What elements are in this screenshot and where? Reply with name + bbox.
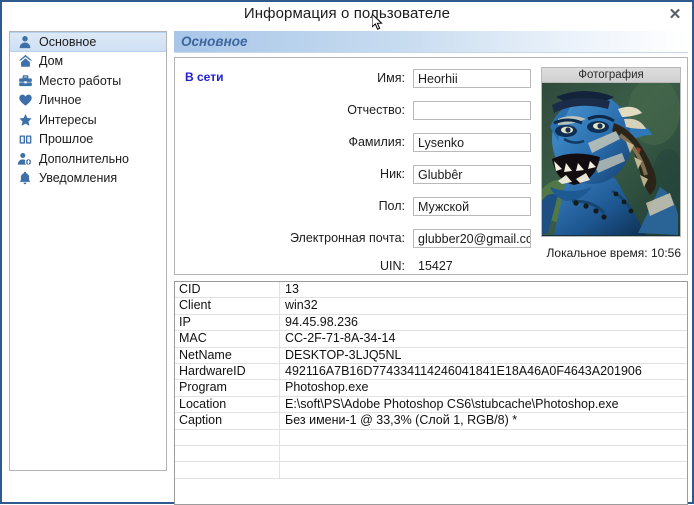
field-row-gender: Пол: [175, 197, 535, 216]
table-cell-value: E:\soft\PS\Adobe Photoshop CS6\stubcache… [285, 396, 619, 411]
bell-icon [16, 170, 34, 186]
table-cell-key: IP [175, 314, 280, 331]
photo-panel: Фотография [541, 67, 681, 237]
table-cell-value: win32 [285, 298, 318, 313]
table-cell-value: Photoshop.exe [285, 380, 369, 395]
table-cell-key [175, 429, 280, 445]
table-row[interactable]: MAC CC-2F-71-8A-34-14 [175, 331, 687, 348]
field-row-name: Имя: [175, 69, 535, 88]
sidebar[interactable]: Основное Дом Место работы Личное Интерес [9, 31, 167, 471]
content-panel: Основное В сети Имя: Отчество: Фамилия: … [174, 31, 688, 505]
last-name-input[interactable] [413, 133, 531, 152]
table-row[interactable]: Program Photoshop.exe [175, 380, 687, 397]
profile-form: В сети Имя: Отчество: Фамилия: Ник: Пол: [174, 57, 688, 275]
table-cell-value: 13 [285, 282, 299, 296]
sidebar-item-interesy[interactable]: Интересы [10, 110, 166, 130]
table-cell-key: Caption [175, 413, 280, 429]
table-cell-key: HardwareID [175, 363, 280, 380]
field-label: Фамилия: [348, 135, 405, 149]
table-row[interactable]: HardwareID 492116A7B16D77433411424604184… [175, 363, 687, 381]
sidebar-item-proshloe[interactable]: Прошлое [10, 130, 166, 150]
field-label: UIN: [380, 259, 405, 273]
email-field[interactable] [413, 229, 531, 248]
sidebar-item-label: Уведомления [39, 171, 118, 186]
table-cell-value [280, 446, 687, 461]
table-cell-value [280, 462, 687, 477]
avatar [541, 83, 681, 237]
table-cell-key: Client [175, 298, 280, 314]
table-row[interactable] [175, 462, 687, 479]
table-cell-value: CC-2F-71-8A-34-14 [285, 331, 396, 346]
table-cell-value: Без имени-1 @ 33,3% (Слой 1, RGB/8) * [285, 413, 518, 428]
briefcase-icon [16, 73, 34, 89]
close-icon[interactable]: ✕ [666, 6, 684, 24]
field-row-patronymic: Отчество: [175, 101, 535, 120]
table-row[interactable]: Caption Без имени-1 @ 33,3% (Слой 1, RGB… [175, 413, 687, 430]
person-plus-icon [16, 151, 34, 167]
table-cell-key [175, 462, 280, 478]
sidebar-item-lichnoe[interactable]: Личное [10, 91, 166, 111]
sidebar-item-label: Интересы [39, 112, 97, 127]
table-row[interactable]: Location E:\soft\PS\Adobe Photoshop CS6\… [175, 396, 687, 414]
user-info-window: Информация о пользователе ✕ Основное Дом… [0, 0, 694, 505]
table-cell-key: Program [175, 380, 280, 396]
patronymic-input[interactable] [413, 101, 531, 120]
avatar-navi-photo [542, 83, 680, 235]
heart-icon [16, 92, 34, 108]
field-row-nick: Ник: [175, 165, 535, 184]
field-label: Имя: [377, 71, 405, 85]
window-title: Информация о пользователе [243, 5, 451, 22]
info-table[interactable]: CID 13 Client win32 IP 94.45.98.236 MAC … [174, 281, 688, 505]
table-row[interactable]: NetName DESKTOP-3LJQ5NL [175, 347, 687, 364]
book-icon [16, 131, 34, 147]
field-label: Электронная почта: [289, 231, 405, 245]
field-label: Пол: [378, 199, 405, 213]
sidebar-item-mesto-raboty[interactable]: Место работы [10, 71, 166, 91]
local-time-label: Локальное время: 10:56 [546, 246, 681, 260]
title-bar: Информация о пользователе ✕ [2, 2, 692, 30]
sidebar-item-label: Дом [39, 54, 64, 69]
section-title: Основное [181, 34, 248, 49]
table-row[interactable] [175, 445, 687, 463]
table-row[interactable]: Client win32 [175, 298, 687, 315]
section-header: Основное [174, 31, 688, 53]
field-row-uin: UIN: 15427 [175, 257, 535, 276]
table-cell-key: CID [175, 282, 280, 298]
sidebar-item-dopolnitelno[interactable]: Дополнительно [10, 149, 166, 169]
sidebar-item-dom[interactable]: Дом [10, 52, 166, 72]
nickname-input[interactable] [413, 165, 531, 184]
table-cell-key: MAC [175, 331, 280, 347]
table-row[interactable]: CID 13 [175, 282, 687, 299]
table-cell-key: Location [175, 396, 280, 413]
sidebar-item-label: Личное [39, 93, 82, 108]
sidebar-item-osnovnoe[interactable]: Основное [10, 32, 166, 52]
sidebar-item-label: Прошлое [39, 132, 94, 147]
sidebar-item-uvedomleniya[interactable]: Уведомления [10, 169, 166, 189]
table-cell-value [280, 430, 687, 445]
table-cell-value: 492116A7B16D774334114246041841E18A46A0F4… [285, 363, 642, 378]
field-label: Отчество: [347, 103, 405, 117]
table-cell-value: 94.45.98.236 [285, 314, 358, 329]
table-cell-key [175, 445, 280, 462]
person-icon [16, 34, 34, 50]
field-row-email: Электронная почта: [175, 229, 535, 248]
sidebar-item-label: Основное [39, 34, 97, 49]
photo-caption: Фотография [541, 67, 681, 83]
field-row-surname: Фамилия: [175, 133, 535, 152]
field-label: Ник: [380, 167, 405, 181]
table-cell-key: NetName [175, 347, 280, 363]
sidebar-item-label: Место работы [39, 73, 122, 88]
first-name-input[interactable] [413, 69, 531, 88]
gender-input[interactable] [413, 197, 531, 216]
star-icon [16, 112, 34, 128]
table-cell-value: DESKTOP-3LJQ5NL [285, 347, 402, 362]
sidebar-item-label: Дополнительно [39, 151, 129, 166]
uin-value: 15427 [418, 259, 453, 273]
home-icon [16, 53, 34, 69]
table-row[interactable]: IP 94.45.98.236 [175, 314, 687, 332]
table-row[interactable] [175, 429, 687, 446]
